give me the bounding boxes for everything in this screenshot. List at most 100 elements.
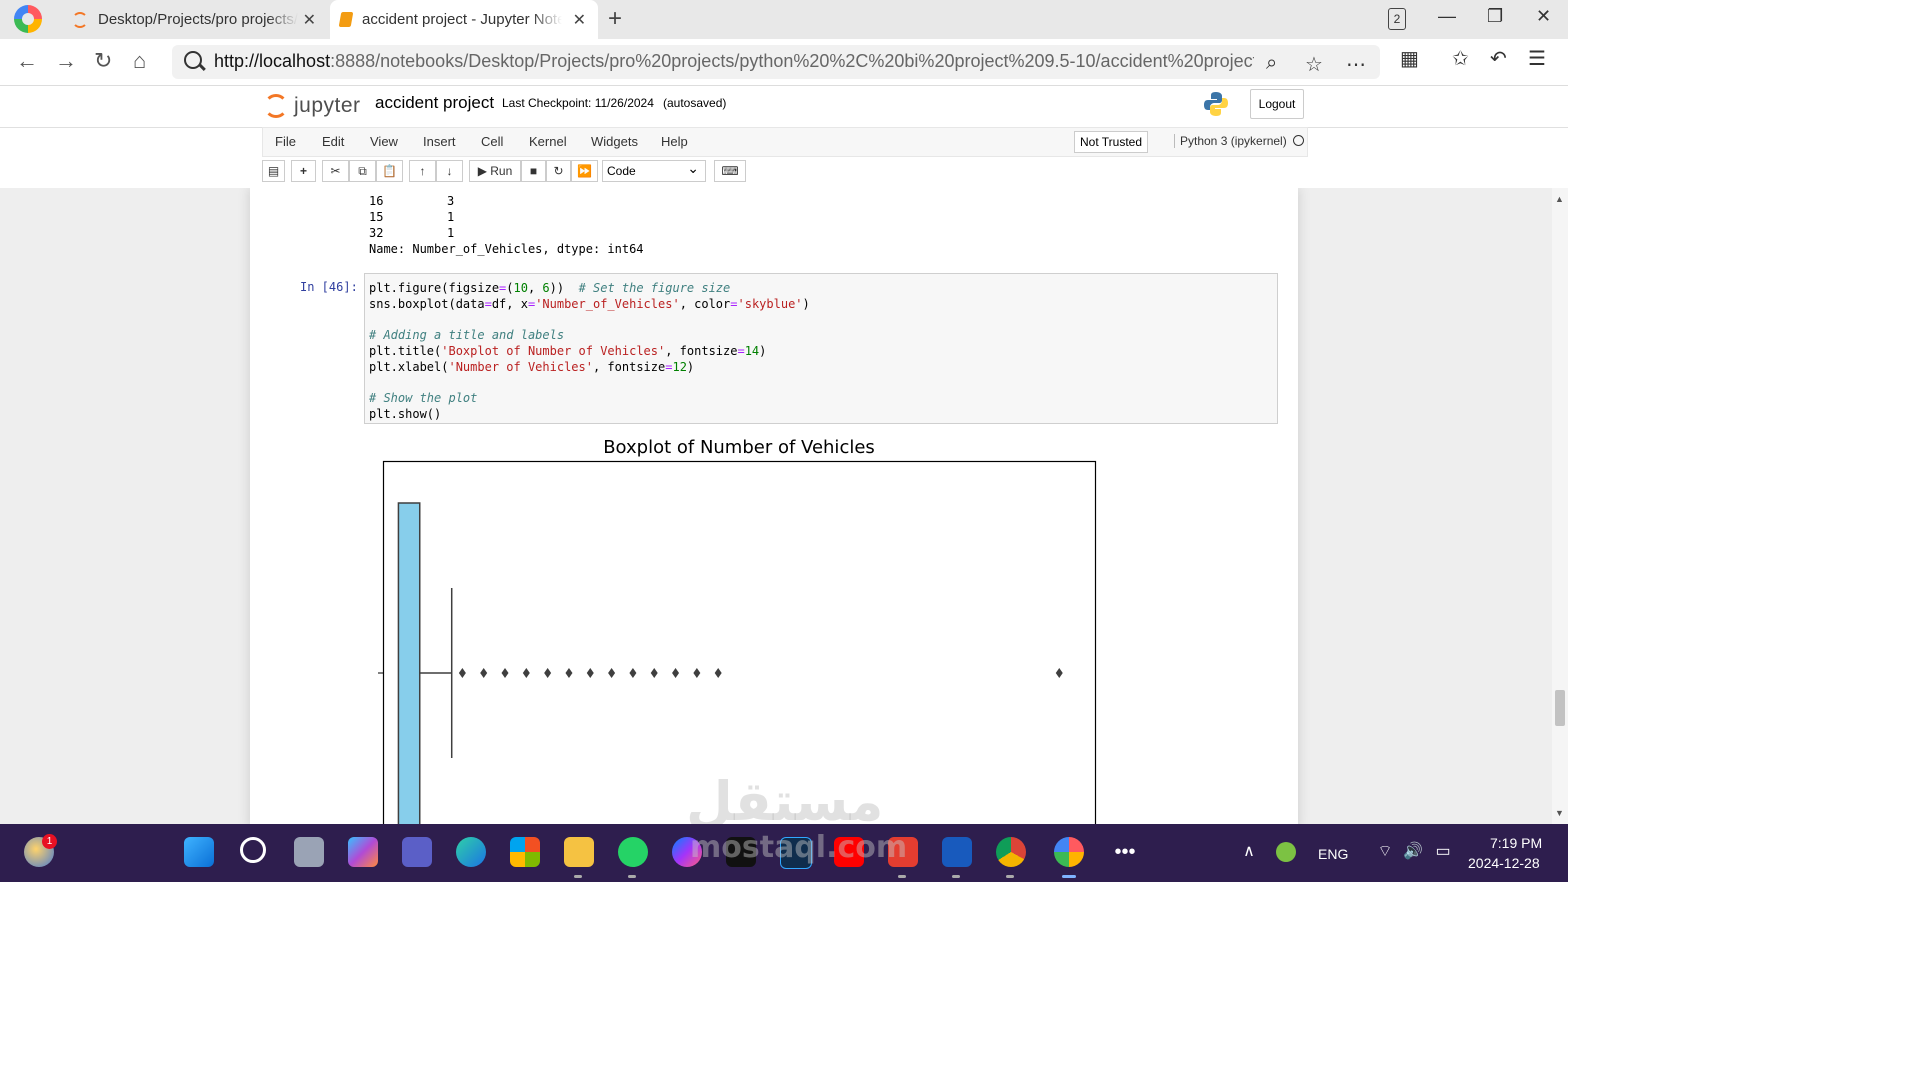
wifi-icon[interactable]: ⌔ bbox=[1370, 837, 1400, 867]
notebook-scrollbar[interactable]: ▲ ▼ bbox=[1552, 188, 1568, 824]
zoom-icon[interactable]: ⌕ bbox=[1266, 52, 1277, 75]
address-bar: ← → ↻ ⌂ http://localhost:8888/notebooks/… bbox=[0, 39, 1568, 86]
url-text[interactable]: http://localhost:8888/notebooks/Desktop/… bbox=[214, 51, 1254, 72]
minimize-icon[interactable]: — bbox=[1438, 6, 1456, 27]
bookmark-star-icon[interactable]: ☆ bbox=[1305, 52, 1323, 77]
notebook-name[interactable]: accident project bbox=[375, 93, 494, 113]
clock-time[interactable]: 7:19 PM bbox=[1490, 835, 1542, 851]
notebook-favicon-icon bbox=[338, 12, 354, 27]
copilot-icon[interactable] bbox=[348, 837, 378, 867]
clock-date[interactable]: 2024-12-28 bbox=[1468, 855, 1540, 871]
scrollbar-thumb[interactable] bbox=[1555, 690, 1565, 726]
menu-cell[interactable]: Cell bbox=[481, 134, 503, 149]
tray-app-icon[interactable] bbox=[1276, 842, 1296, 862]
kernel-idle-icon bbox=[1293, 135, 1304, 146]
output-row-index: 32 bbox=[369, 226, 384, 240]
paste-icon[interactable]: 📋 bbox=[376, 160, 403, 182]
move-up-icon[interactable]: ↑ bbox=[409, 160, 436, 182]
interrupt-icon[interactable]: ■ bbox=[521, 160, 546, 182]
output-row-value: 1 bbox=[447, 226, 455, 240]
menu-insert[interactable]: Insert bbox=[423, 134, 456, 149]
jupyter-favicon-icon bbox=[72, 11, 88, 28]
restart-icon[interactable]: ↻ bbox=[546, 160, 571, 182]
scroll-down-icon[interactable]: ▼ bbox=[1555, 808, 1564, 818]
search-icon[interactable] bbox=[240, 837, 266, 863]
close-tab-icon[interactable]: ✕ bbox=[573, 10, 586, 30]
edge-icon[interactable] bbox=[456, 837, 486, 867]
copy-icon[interactable]: ⧉ bbox=[349, 160, 376, 182]
jupyter-logo[interactable]: jupyter bbox=[264, 91, 361, 121]
menu-bar: File Edit View Insert Cell Kernel Widget… bbox=[262, 127, 1308, 157]
teams-icon[interactable] bbox=[402, 837, 432, 867]
back-icon[interactable]: ← bbox=[16, 48, 38, 74]
menu-edit[interactable]: Edit bbox=[322, 134, 344, 149]
tab-notebook[interactable]: accident project - Jupyter Notebook ✕ bbox=[330, 0, 598, 39]
cut-icon[interactable]: ✂ bbox=[322, 160, 349, 182]
code-line-1: plt.figure(figsize=(10, 6)) # Set the fi… bbox=[369, 281, 731, 295]
file-explorer-icon[interactable] bbox=[564, 837, 594, 867]
menu-icon[interactable]: ☰ bbox=[1528, 46, 1546, 71]
menu-view[interactable]: View bbox=[370, 134, 398, 149]
battery-icon[interactable]: ▭ bbox=[1428, 837, 1458, 867]
menu-help[interactable]: Help bbox=[661, 134, 688, 149]
active-browser-icon[interactable] bbox=[1054, 837, 1084, 867]
tab-title: Desktop/Projects/pro projects/ bbox=[98, 11, 298, 28]
run-button[interactable]: ▶ Run bbox=[469, 160, 521, 182]
python-logo-icon bbox=[1204, 92, 1228, 116]
start-icon[interactable] bbox=[184, 837, 214, 867]
logout-button[interactable]: Logout bbox=[1250, 89, 1304, 119]
home-icon[interactable]: ⌂ bbox=[133, 48, 146, 74]
store-icon[interactable] bbox=[510, 837, 540, 867]
cell-prompt: In [46]: bbox=[300, 280, 358, 294]
jupyter-header: jupyter accident project Last Checkpoint… bbox=[0, 86, 1568, 128]
tab-file-browser[interactable]: Desktop/Projects/pro projects/ ✕ bbox=[62, 0, 328, 39]
browser-logo-icon[interactable] bbox=[14, 5, 42, 33]
trust-button[interactable]: Not Trusted bbox=[1074, 131, 1149, 153]
insert-cell-icon[interactable]: + bbox=[291, 160, 316, 182]
restart-run-all-icon[interactable]: ⏩ bbox=[571, 160, 598, 182]
tab-title: accident project - Jupyter Notebook bbox=[362, 11, 562, 28]
code-line-6: plt.xlabel('Number of Vehicles', fontsiz… bbox=[369, 360, 695, 374]
url-field[interactable]: http://localhost:8888/notebooks/Desktop/… bbox=[172, 45, 1380, 79]
output-row-index: 15 bbox=[369, 210, 384, 224]
cell-type-select[interactable]: Code bbox=[602, 158, 706, 182]
whatsapp-icon[interactable] bbox=[618, 837, 648, 867]
show-hidden-icons-icon[interactable]: ∧ bbox=[1234, 837, 1264, 867]
word-icon[interactable] bbox=[942, 837, 972, 867]
chart-title: Boxplot of Number of Vehicles bbox=[603, 437, 875, 458]
close-tab-icon[interactable]: ✕ bbox=[303, 10, 316, 30]
task-view-icon[interactable] bbox=[294, 837, 324, 867]
search-icon bbox=[184, 51, 202, 69]
move-down-icon[interactable]: ↓ bbox=[436, 160, 463, 182]
apps-grid-icon[interactable]: ▦ bbox=[1400, 46, 1419, 71]
favorites-icon[interactable]: ✩ bbox=[1452, 46, 1469, 71]
restore-icon[interactable]: ❐ bbox=[1487, 6, 1503, 27]
kernel-name: Python 3 (ipykernel) bbox=[1174, 134, 1287, 148]
code-cell-editor[interactable]: plt.figure(figsize=(10, 6)) # Set the fi… bbox=[364, 273, 1278, 424]
keyboard-icon[interactable]: ⌨ bbox=[714, 160, 746, 182]
output-series-footer: Name: Number_of_Vehicles, dtype: int64 bbox=[369, 242, 644, 256]
browser-tab-bar: Desktop/Projects/pro projects/ ✕ acciden… bbox=[0, 0, 1568, 39]
volume-icon[interactable]: 🔊 bbox=[1398, 837, 1428, 867]
watermark-text: mostaql.com bbox=[690, 830, 908, 865]
output-row-value: 1 bbox=[447, 210, 455, 224]
forward-icon[interactable]: → bbox=[55, 48, 77, 74]
menu-widgets[interactable]: Widgets bbox=[591, 134, 638, 149]
menu-file[interactable]: File bbox=[275, 134, 296, 149]
boxplot-box bbox=[397, 502, 421, 824]
scroll-up-icon[interactable]: ▲ bbox=[1555, 194, 1564, 204]
save-icon[interactable]: ▤ bbox=[262, 160, 285, 182]
last-checkpoint: Last Checkpoint: 11/26/2024 bbox=[502, 96, 654, 110]
close-window-icon[interactable]: ✕ bbox=[1536, 6, 1551, 27]
more-icon[interactable]: ⋯ bbox=[1346, 52, 1366, 77]
input-language[interactable]: ENG bbox=[1318, 846, 1348, 862]
chrome-icon[interactable] bbox=[996, 837, 1026, 867]
reload-icon[interactable]: ↻ bbox=[94, 48, 112, 74]
code-line-2: sns.boxplot(data=df, x='Number_of_Vehicl… bbox=[369, 297, 810, 311]
menu-kernel[interactable]: Kernel bbox=[529, 134, 567, 149]
more-apps-icon[interactable]: ••• bbox=[1110, 837, 1140, 867]
undo-icon[interactable]: ↶ bbox=[1490, 46, 1507, 71]
new-tab-icon[interactable]: + bbox=[608, 5, 622, 33]
output-row-index: 16 bbox=[369, 194, 384, 208]
tab-count-icon[interactable]: 2 bbox=[1388, 8, 1406, 30]
